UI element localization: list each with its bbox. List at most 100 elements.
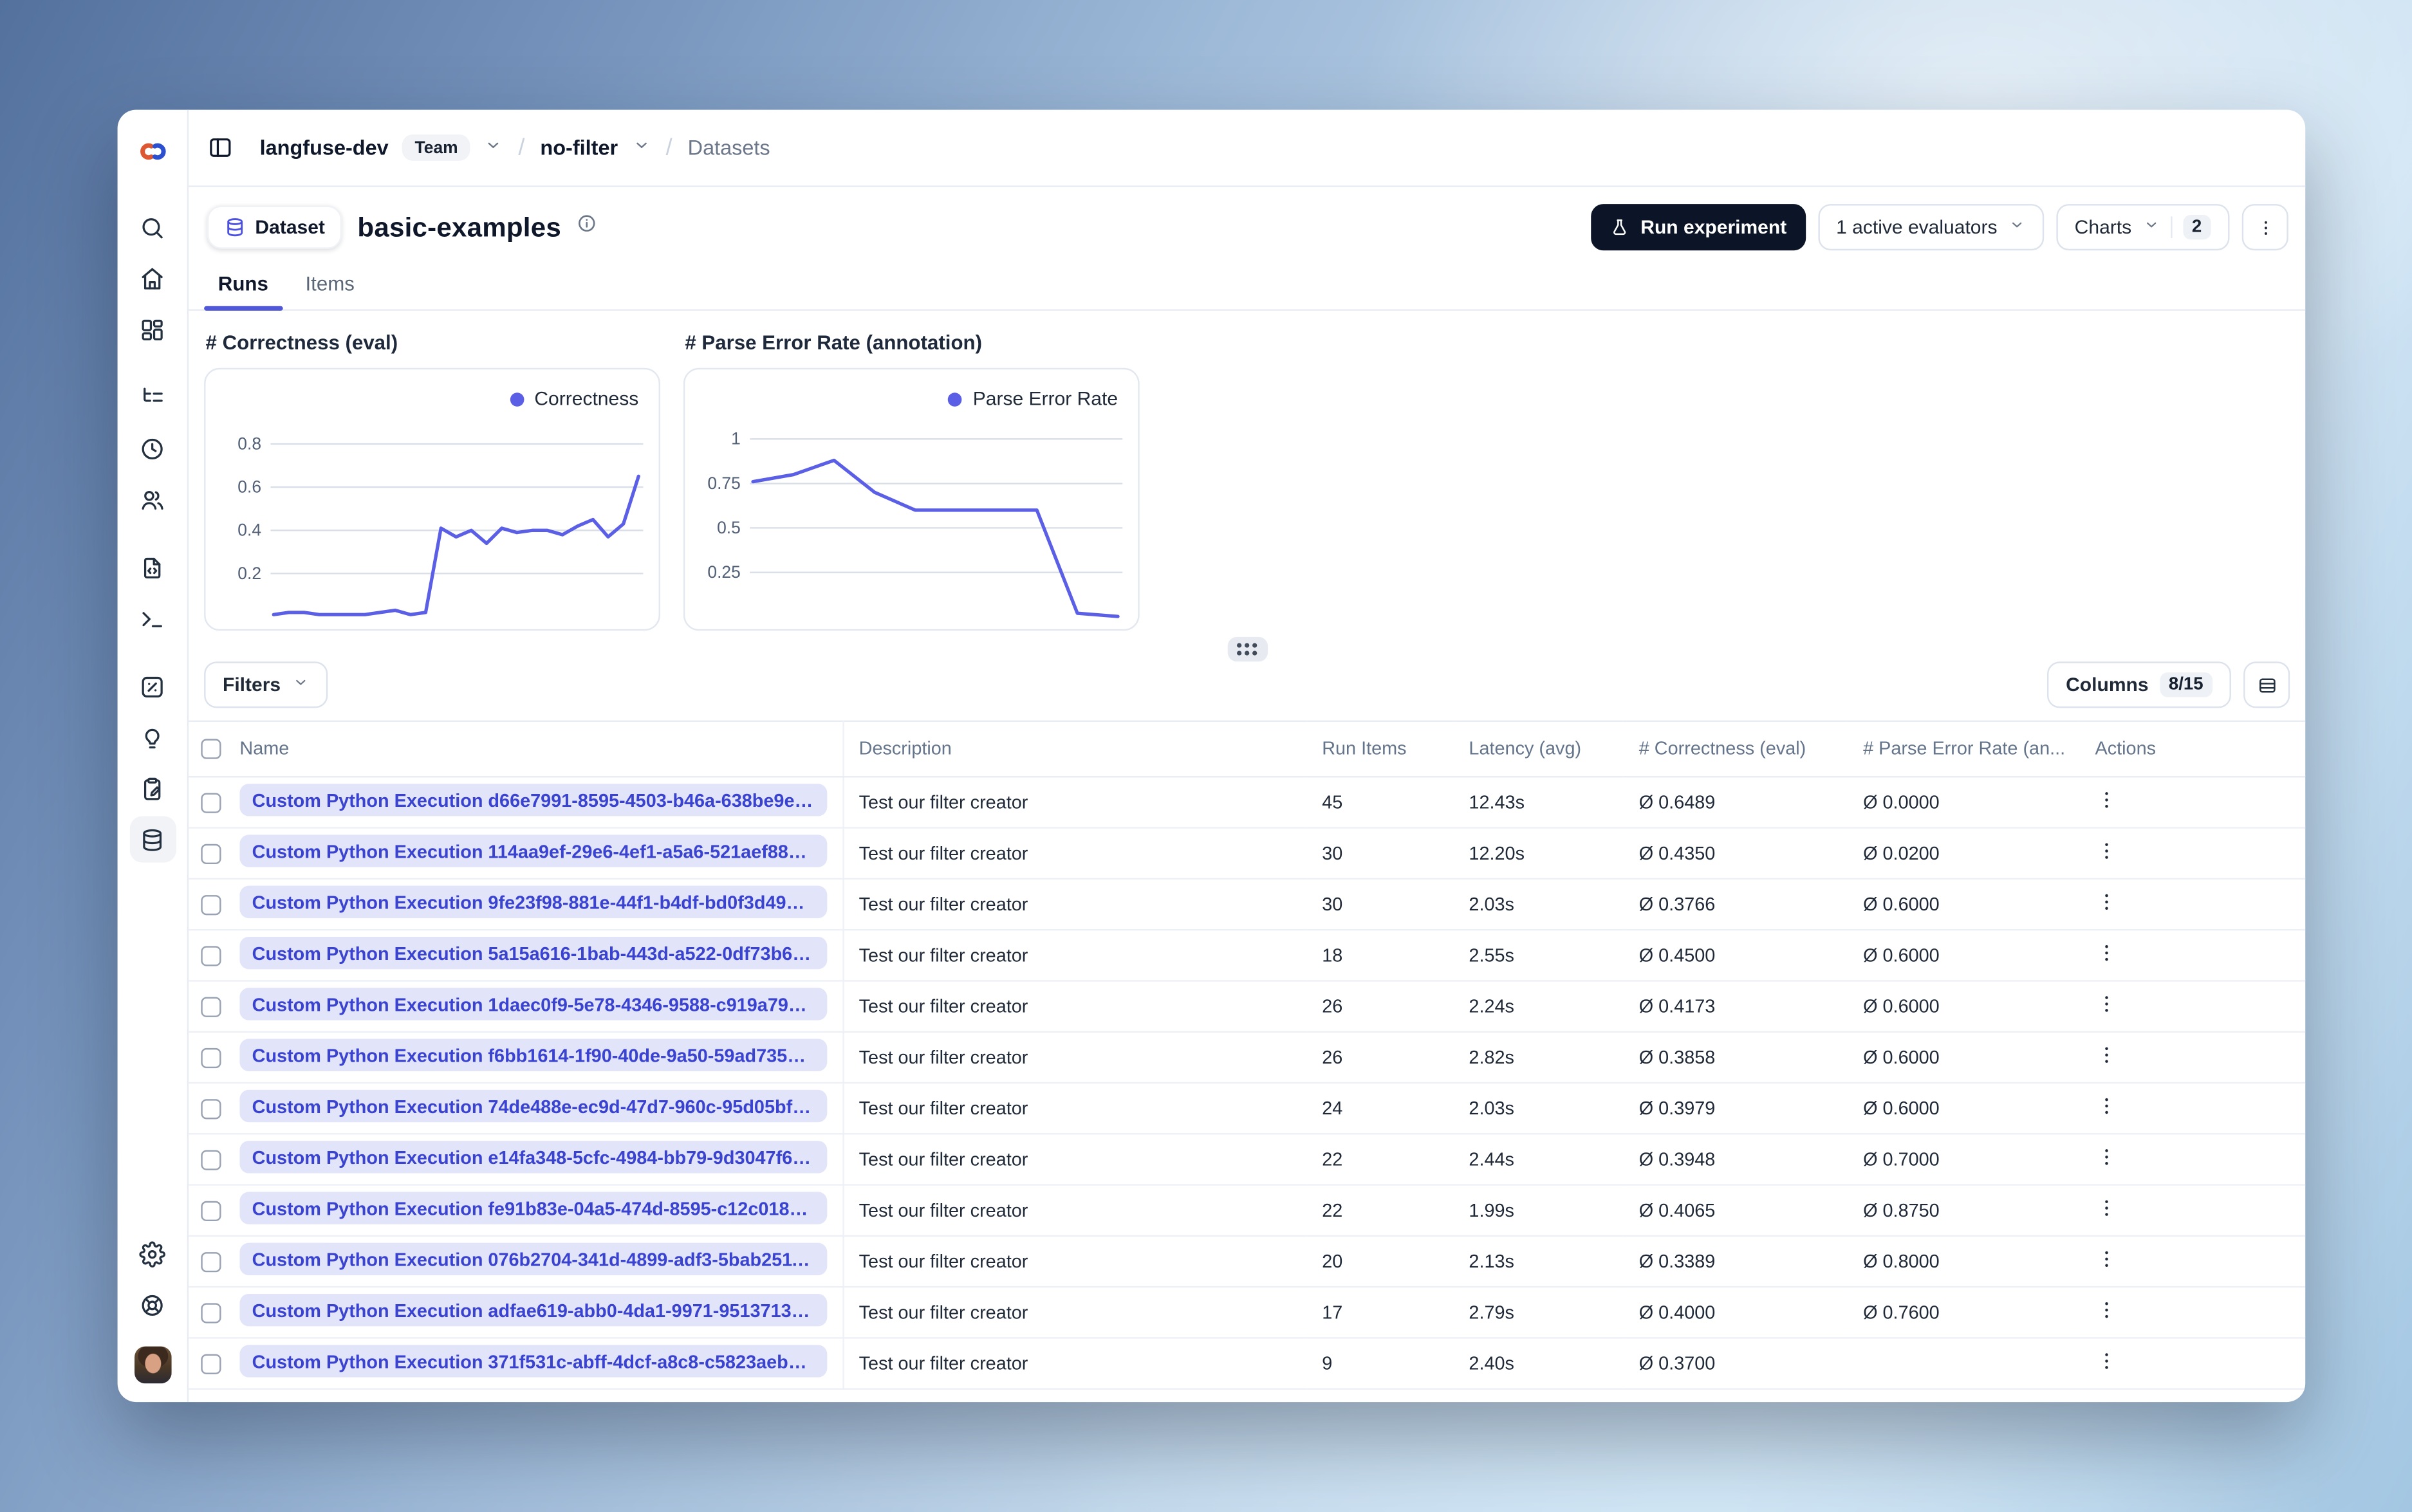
sidebar-item-dashboard[interactable] <box>129 306 176 353</box>
row-checkbox[interactable] <box>201 1200 221 1221</box>
run-name-link[interactable]: Custom Python Execution f6bb1614-1f90-40… <box>239 1038 827 1071</box>
sidebar-item-settings[interactable] <box>129 1230 176 1277</box>
row-height-button[interactable] <box>2243 661 2290 708</box>
breadcrumb-project[interactable]: no-filter <box>540 136 618 159</box>
sidebar-item-sessions[interactable] <box>129 425 176 472</box>
chart-card: Parse Error Rate 0.25 0.5 0.75 1 <box>683 367 1140 631</box>
correctness-value: Ø 0.3948 <box>1623 1134 1848 1186</box>
sidebar-item-scores[interactable] <box>129 663 176 710</box>
more-actions-button[interactable] <box>2241 204 2288 251</box>
row-actions-menu-button[interactable] <box>2095 992 2118 1015</box>
correctness-value: Ø 0.3979 <box>1623 1082 1848 1135</box>
run-name-link[interactable]: Custom Python Execution 1daec0f9-5e78-43… <box>239 988 827 1020</box>
correctness-value: Ø 0.6489 <box>1623 777 1848 829</box>
row-actions-menu-button[interactable] <box>2095 788 2118 811</box>
sidebar-item-playground[interactable] <box>129 595 176 641</box>
column-header-corr[interactable]: # Correctness (eval) <box>1623 720 1848 778</box>
run-items-value: 17 <box>1306 1287 1454 1339</box>
sidebar-item-datasets[interactable] <box>129 816 176 863</box>
row-actions-menu-button[interactable] <box>2095 840 2118 863</box>
column-header-parse[interactable]: # Parse Error Rate (an... <box>1848 720 2080 778</box>
run-name-link[interactable]: Custom Python Execution fe91b83e-04a5-47… <box>239 1192 827 1224</box>
row-actions-menu-button[interactable] <box>2095 1298 2118 1322</box>
run-name-link[interactable]: Custom Python Execution adfae619-abb0-4d… <box>239 1293 827 1327</box>
active-evaluators-dropdown[interactable]: 1 active evaluators <box>1817 204 2044 251</box>
row-checkbox[interactable] <box>201 1251 221 1272</box>
run-name-link[interactable]: Custom Python Execution 74de488e-ec9d-47… <box>239 1089 827 1123</box>
columns-count-badge: 8/15 <box>2159 672 2213 697</box>
sidebar-item-evaluators[interactable] <box>129 714 176 761</box>
select-all-checkbox[interactable] <box>201 738 221 759</box>
row-actions-menu-button[interactable] <box>2095 1197 2118 1220</box>
run-items-value: 22 <box>1306 1185 1454 1237</box>
column-header-lat[interactable]: Latency (avg) <box>1453 720 1624 778</box>
row-actions-menu-button[interactable] <box>2095 1044 2118 1067</box>
flask-icon <box>1613 218 1626 234</box>
row-checkbox[interactable] <box>201 1098 221 1119</box>
filters-button[interactable]: Filters <box>204 661 328 708</box>
breadcrumb-org[interactable]: langfuse-dev <box>260 136 389 159</box>
pagination-bar: Rows per page 50 Page of 1 « ‹ › » <box>189 1390 2305 1402</box>
chevron-down-icon[interactable] <box>484 134 503 161</box>
row-checkbox[interactable] <box>201 996 221 1017</box>
column-header-name[interactable]: Name <box>239 720 844 778</box>
column-header-act[interactable]: Actions <box>2079 720 2306 778</box>
row-actions-menu-button[interactable] <box>2095 1145 2118 1168</box>
sidebar-item-support[interactable] <box>129 1282 176 1328</box>
sidebar-item-tracing[interactable] <box>129 374 176 420</box>
info-icon[interactable] <box>577 214 597 241</box>
table-row: Custom Python Execution adfae619-abb0-4d… <box>189 1287 2306 1339</box>
legend-label: Parse Error Rate <box>972 388 1118 410</box>
svg-text:0.8: 0.8 <box>237 434 261 453</box>
database-icon <box>139 826 165 853</box>
parse-error-rate-value: Ø 0.8000 <box>1848 1235 2080 1288</box>
run-items-value: 22 <box>1306 1134 1454 1186</box>
row-actions-menu-button[interactable] <box>2095 1248 2118 1271</box>
sidebar-item-search[interactable] <box>129 204 176 250</box>
row-checkbox[interactable] <box>201 1353 221 1374</box>
chevron-down-icon <box>2008 216 2025 238</box>
run-description: Test our filter creator <box>842 1185 1307 1237</box>
run-name-link[interactable]: Custom Python Execution e14fa348-5cfc-49… <box>239 1141 827 1174</box>
column-header-run[interactable]: Run Items <box>1306 720 1454 778</box>
row-checkbox[interactable] <box>201 792 221 813</box>
run-name-link[interactable]: Custom Python Execution 114aa9ef-29e6-4e… <box>239 834 827 867</box>
charts-dropdown[interactable]: Charts 2 <box>2055 204 2230 251</box>
run-experiment-button[interactable]: Run experiment <box>1591 204 1806 251</box>
row-actions-menu-button[interactable] <box>2095 941 2118 964</box>
run-name-link[interactable]: Custom Python Execution 076b2704-341d-48… <box>239 1242 827 1276</box>
sidebar-item-home[interactable] <box>129 255 176 301</box>
run-name-link[interactable]: Custom Python Execution d66e7991-8595-45… <box>239 784 827 816</box>
breadcrumb-section[interactable]: Datasets <box>688 136 770 159</box>
row-checkbox[interactable] <box>201 1149 221 1170</box>
run-name-link[interactable]: Custom Python Execution 5a15a616-1bab-44… <box>239 936 827 970</box>
user-avatar[interactable] <box>133 1346 171 1384</box>
row-actions-menu-button[interactable] <box>2095 890 2118 914</box>
svg-text:0.25: 0.25 <box>707 562 740 582</box>
tab-runs[interactable]: Runs <box>204 264 282 311</box>
run-name-link[interactable]: Custom Python Execution 371f531c-abff-4d… <box>239 1345 827 1378</box>
row-checkbox[interactable] <box>201 1047 221 1067</box>
chart-legend: Parse Error Rate <box>948 388 1118 410</box>
sidebar-item-prompts[interactable] <box>129 544 176 591</box>
sidebar-item-users[interactable] <box>129 476 176 522</box>
row-checkbox[interactable] <box>201 1302 221 1323</box>
tab-items[interactable]: Items <box>292 264 369 309</box>
run-name-link[interactable]: Custom Python Execution 9fe23f98-881e-44… <box>239 885 827 919</box>
charts-section: # Correctness (eval) Correctness 0.2 0.4 0.6… <box>189 311 2305 631</box>
column-header-desc[interactable]: Description <box>842 720 1307 778</box>
resize-grip-handle[interactable] <box>1227 636 1267 662</box>
correctness-value: Ø 0.3700 <box>1623 1338 1848 1390</box>
row-checkbox[interactable] <box>201 843 221 863</box>
row-checkbox[interactable] <box>201 894 221 915</box>
row-checkbox[interactable] <box>201 945 221 966</box>
parse-error-rate-value: Ø 0.7000 <box>1848 1134 2080 1186</box>
panel-left-toggle-icon[interactable] <box>207 134 234 161</box>
columns-button[interactable]: Columns 8/15 <box>2047 661 2231 708</box>
row-actions-menu-button[interactable] <box>2095 1094 2118 1118</box>
chevron-down-icon[interactable] <box>632 134 651 161</box>
sidebar-item-annotation[interactable] <box>129 765 176 811</box>
clipboardpen-icon <box>139 775 165 802</box>
row-actions-menu-button[interactable] <box>2095 1349 2118 1372</box>
legend-dot-icon <box>509 392 524 406</box>
